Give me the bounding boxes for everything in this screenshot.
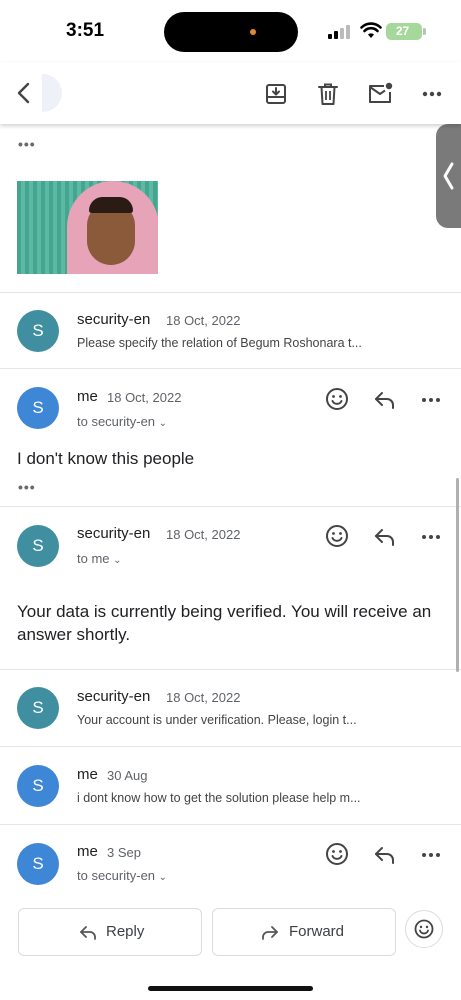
- divider: [0, 292, 461, 293]
- sender-name: me: [77, 843, 98, 860]
- message-more-icon[interactable]: [418, 524, 444, 550]
- recipient-line: to security-en: [77, 414, 156, 429]
- sender-name: me: [77, 766, 98, 783]
- attached-photo[interactable]: [17, 181, 158, 274]
- sender-name: security-en: [77, 311, 151, 328]
- recipient-line: to me: [77, 551, 110, 566]
- avatar: S: [17, 843, 59, 885]
- battery-level: 27: [395, 24, 410, 38]
- recipient-details-toggle[interactable]: to me ⌄: [77, 551, 122, 566]
- faded-sender-avatar: [42, 74, 62, 112]
- sender-name: security-en: [77, 688, 151, 705]
- message-snippet: Please specify the relation of Begum Ros…: [77, 336, 362, 350]
- sender-name: me: [77, 388, 98, 405]
- forward-label: Forward: [289, 923, 345, 940]
- back-arrow-icon[interactable]: [10, 78, 40, 108]
- recipient-line: to security-en: [77, 868, 156, 883]
- avatar: S: [17, 310, 59, 352]
- message-date: 18 Oct, 2022: [107, 390, 182, 405]
- reply-icon: [80, 926, 96, 940]
- home-indicator[interactable]: [148, 986, 313, 991]
- sender-name: security-en: [77, 525, 151, 542]
- reply-icon[interactable]: [372, 524, 398, 550]
- message-more-icon[interactable]: [418, 387, 444, 413]
- message-date: 30 Aug: [107, 768, 148, 783]
- avatar: S: [17, 765, 59, 807]
- battery-cap: [423, 28, 426, 35]
- chevron-down-icon: ⌄: [158, 872, 168, 883]
- message-date: 18 Oct, 2022: [166, 527, 241, 542]
- add-reaction-icon[interactable]: [324, 841, 350, 867]
- status-time: 3:51: [66, 20, 105, 41]
- recipient-details-toggle[interactable]: to security-en ⌄: [77, 414, 167, 429]
- privacy-indicator: [250, 29, 256, 35]
- divider: [0, 368, 461, 369]
- message-body: Your data is currently being verified. Y…: [17, 602, 432, 644]
- message-date: 18 Oct, 2022: [166, 313, 241, 328]
- chevron-down-icon: ⌄: [158, 418, 168, 429]
- message-toolbar: [0, 62, 461, 124]
- divider: [0, 824, 461, 825]
- cellular-signal-icon: [328, 25, 352, 39]
- forward-icon: [262, 926, 278, 940]
- dynamic-island: [164, 12, 298, 52]
- show-trimmed-content[interactable]: •••: [18, 479, 36, 495]
- avatar: S: [17, 387, 59, 429]
- battery-icon: 27: [386, 23, 422, 40]
- chevron-down-icon: ⌄: [113, 555, 122, 566]
- emoji-reaction-button[interactable]: [405, 910, 443, 948]
- message-date: 18 Oct, 2022: [166, 690, 241, 705]
- add-reaction-icon[interactable]: [324, 523, 350, 549]
- mark-unread-icon[interactable]: [366, 80, 394, 108]
- message-date: 3 Sep: [107, 845, 141, 860]
- divider: [0, 506, 461, 507]
- recipient-details-toggle[interactable]: to security-en ⌄: [77, 868, 167, 883]
- chevron-left-icon: [443, 162, 454, 190]
- message-snippet: Your account is under verification. Plea…: [77, 713, 357, 727]
- avatar: S: [17, 525, 59, 567]
- reply-icon[interactable]: [372, 842, 398, 868]
- message-snippet: i dont know how to get the solution plea…: [77, 791, 361, 805]
- archive-icon[interactable]: [262, 80, 290, 108]
- more-options-icon[interactable]: [418, 80, 446, 108]
- add-reaction-icon[interactable]: [324, 386, 350, 412]
- avatar: S: [17, 687, 59, 729]
- scrollbar[interactable]: [456, 478, 459, 672]
- smiley-icon: [414, 919, 434, 939]
- forward-button[interactable]: Forward: [212, 908, 396, 956]
- reply-icon[interactable]: [372, 387, 398, 413]
- wifi-icon: [360, 22, 382, 38]
- message-more-icon[interactable]: [418, 842, 444, 868]
- photo-hair: [89, 197, 133, 213]
- divider: [0, 746, 461, 747]
- divider: [0, 669, 461, 670]
- message-body: I don't know this people: [17, 449, 195, 468]
- status-bar: 3:51 27: [0, 0, 461, 62]
- show-trimmed-content[interactable]: •••: [18, 136, 36, 152]
- reply-button[interactable]: Reply: [18, 908, 202, 956]
- delete-icon[interactable]: [314, 80, 342, 108]
- reply-label: Reply: [106, 923, 145, 940]
